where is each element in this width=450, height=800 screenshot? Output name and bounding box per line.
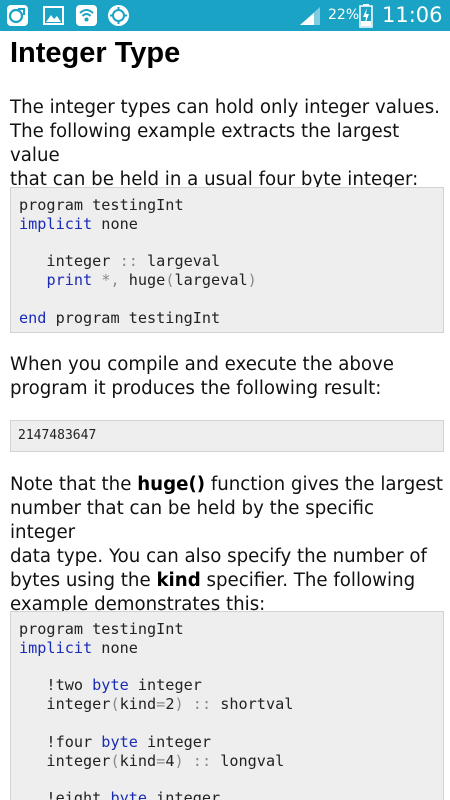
code-keyword: byte bbox=[110, 789, 148, 800]
code-text: program testingInt bbox=[46, 308, 221, 327]
code-text: longval bbox=[211, 751, 285, 770]
clock: 11:06 bbox=[382, 3, 443, 27]
code-text: none bbox=[92, 638, 138, 657]
note-line: Note that the huge() function gives the … bbox=[10, 473, 444, 497]
code-operator: ) bbox=[247, 271, 257, 290]
code-line: !two byte integer bbox=[19, 676, 202, 695]
intro-line: The following example extracts the large… bbox=[10, 121, 400, 166]
wifi-signal-icon bbox=[75, 4, 98, 27]
output-block-1: 2147483647 bbox=[10, 420, 444, 452]
code-text: kind bbox=[119, 695, 157, 714]
code-text: integer bbox=[19, 751, 111, 770]
note-line: number that can be held by the specific … bbox=[10, 497, 444, 545]
code-line: program testingInt bbox=[19, 620, 184, 639]
code-text: program testingInt bbox=[19, 196, 184, 214]
text-run: specifier. The following bbox=[200, 570, 416, 591]
text-run: number that can be held by the specific … bbox=[10, 498, 374, 543]
code-text: !eight bbox=[19, 789, 111, 800]
note-paragraph: Note that the huge() function gives the … bbox=[10, 473, 444, 617]
note-line: bytes using the kind specifier. The foll… bbox=[10, 569, 444, 593]
code-keyword: end bbox=[19, 308, 47, 327]
text-run: function gives the largest bbox=[205, 474, 444, 495]
code-text: !two bbox=[19, 676, 93, 695]
code-operator: = bbox=[156, 695, 166, 714]
code-operator: ( bbox=[110, 695, 120, 714]
code-text: integer bbox=[19, 695, 111, 714]
code-keyword: implicit bbox=[19, 638, 93, 657]
battery-charging-icon bbox=[359, 4, 373, 28]
emphasis-text: kind bbox=[156, 570, 201, 591]
battery-percent: 22% bbox=[328, 7, 360, 23]
code-text: integer bbox=[137, 732, 212, 751]
code-operator: ( bbox=[110, 751, 120, 770]
image-icon bbox=[42, 4, 65, 27]
emphasis-text: huge() bbox=[137, 474, 206, 495]
code-operator: :: bbox=[119, 252, 138, 271]
code-text: kind bbox=[119, 751, 157, 770]
code-text: huge bbox=[119, 271, 166, 290]
code-operator: :: bbox=[192, 695, 212, 714]
intro-paragraph: The integer types can hold only integer … bbox=[10, 96, 444, 192]
code-keyword: print bbox=[46, 271, 93, 290]
text-run: Note that the bbox=[10, 474, 138, 495]
code-line: integer(kind=2) :: shortval bbox=[19, 695, 293, 714]
text-run: bytes using the bbox=[10, 570, 157, 591]
page-title: Integer Type bbox=[10, 37, 181, 69]
intro-line: The integer types can hold only integer … bbox=[10, 97, 440, 118]
code-text: integer bbox=[128, 676, 202, 695]
code-operator: ) bbox=[174, 751, 184, 770]
result-lead-line: When you compile and execute the above bbox=[10, 354, 394, 375]
code-line: end program testingInt bbox=[19, 309, 220, 328]
code-keyword: implicit bbox=[19, 214, 93, 233]
article-content: Integer Type The integer types can hold … bbox=[0, 31, 450, 800]
code-line: !four byte integer bbox=[19, 733, 211, 752]
code-operator: ) bbox=[174, 695, 184, 714]
code-text: !four bbox=[19, 732, 102, 751]
result-lead-paragraph: When you compile and execute the above pr… bbox=[10, 353, 444, 401]
code-text: largeval bbox=[174, 271, 248, 290]
code-text: program testingInt bbox=[19, 620, 184, 638]
code-text: largeval bbox=[137, 252, 221, 271]
code-operator: = bbox=[156, 751, 166, 770]
code-text: integer bbox=[147, 789, 221, 800]
code-line: !eight byte integer bbox=[19, 789, 220, 800]
status-bar: 22% 11:06 bbox=[0, 0, 450, 31]
code-text: shortval bbox=[211, 695, 294, 714]
code-keyword: byte bbox=[101, 732, 138, 751]
code-text: none bbox=[92, 214, 138, 233]
code-text: integer bbox=[19, 252, 120, 271]
code-line: integer(kind=4) :: longval bbox=[19, 752, 284, 771]
code-line: print *, huge(largeval) bbox=[19, 271, 257, 290]
app-notification-icon bbox=[6, 4, 29, 27]
code-line: integer :: largeval bbox=[19, 252, 220, 271]
cellular-signal-icon bbox=[299, 6, 321, 26]
code-operator: *, bbox=[101, 271, 120, 290]
code-line: implicit none bbox=[19, 639, 138, 658]
code-line: implicit none bbox=[19, 215, 138, 234]
code-line: program testingInt bbox=[19, 196, 184, 215]
code-keyword: byte bbox=[92, 676, 129, 695]
output-value: 2147483647 bbox=[18, 428, 97, 443]
note-line: data type. You can also specify the numb… bbox=[10, 545, 444, 569]
code-block-1: program testingInt implicit none integer … bbox=[10, 187, 444, 333]
code-block-2: program testingInt implicit none !two byt… bbox=[10, 611, 444, 800]
result-lead-line: program it produces the following result… bbox=[10, 378, 382, 399]
text-run: data type. You can also specify the numb… bbox=[10, 546, 427, 567]
sync-app-icon bbox=[107, 4, 130, 27]
code-operator: :: bbox=[192, 751, 212, 770]
